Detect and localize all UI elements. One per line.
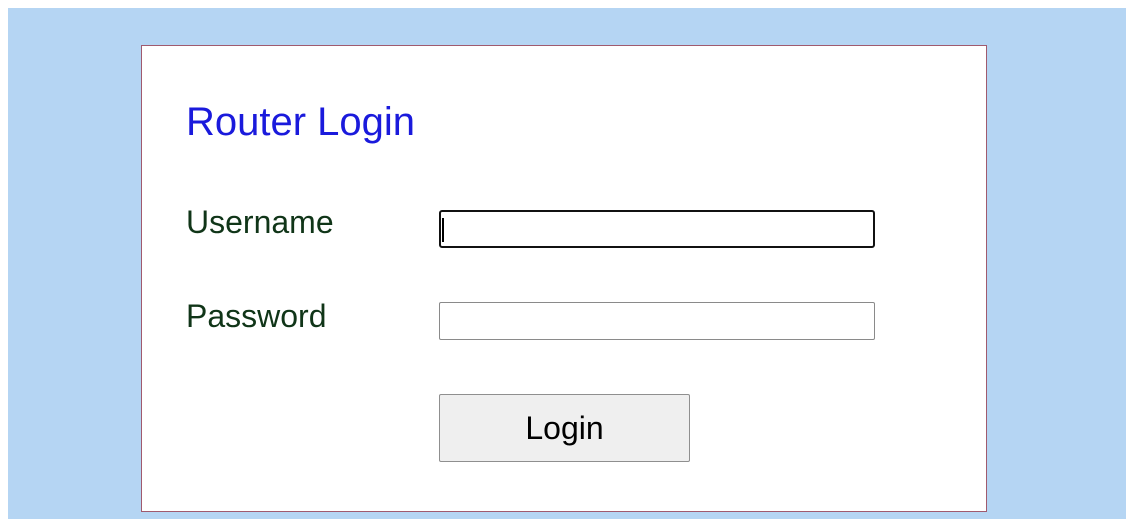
username-label: Username bbox=[186, 204, 334, 240]
password-label: Password bbox=[186, 298, 327, 334]
text-cursor bbox=[442, 218, 444, 242]
page-background: Router Login Username Password Login bbox=[8, 8, 1126, 519]
username-input[interactable] bbox=[439, 210, 875, 248]
page-title: Router Login bbox=[186, 100, 416, 144]
login-button[interactable]: Login bbox=[439, 394, 690, 462]
password-input[interactable] bbox=[439, 302, 875, 340]
login-panel: Router Login Username Password Login bbox=[141, 45, 987, 512]
